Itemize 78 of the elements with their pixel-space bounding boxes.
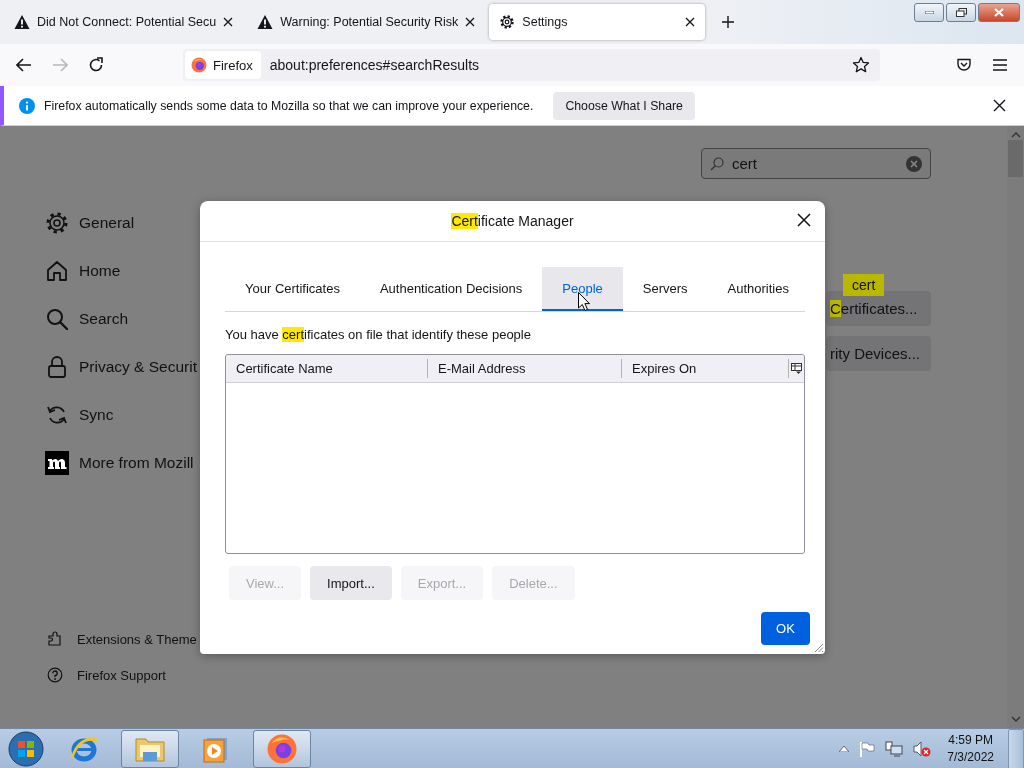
close-window-button[interactable] [978,3,1020,22]
taskbar-button[interactable] [253,729,311,768]
gear-icon [45,211,69,235]
clock[interactable]: 4:59 PM 7/3/2022 [947,731,994,766]
browser-logo-icon [191,57,207,73]
dialog-tab[interactable]: Authentication Decisions [359,267,543,311]
close-icon[interactable] [685,17,696,27]
windows-logo-icon [8,730,44,767]
browser-tab[interactable]: Did Not Connect: Potential Secu [4,4,244,40]
lock-icon [45,355,69,379]
resize-grip-icon[interactable] [812,641,824,653]
settings-button[interactable]: Certificates... [826,291,931,326]
sidebar-item[interactable]: General [45,199,200,247]
scroll-down-icon[interactable] [1010,716,1021,722]
dialog-tab[interactable]: Servers [622,267,708,311]
menu-icon [993,59,1007,71]
start-button[interactable] [5,729,47,768]
browser-tab[interactable]: Settings [489,4,706,40]
close-icon[interactable] [223,17,234,27]
close-icon[interactable] [797,213,811,227]
dialog-tab[interactable]: Your Certificates [225,267,360,311]
sidebar-link[interactable]: Firefox Support [45,657,200,693]
address-bar[interactable]: Firefox about:preferences#searchResults [183,49,880,81]
column-header[interactable]: Expires On [622,359,789,378]
network-icon[interactable] [885,740,904,757]
taskbar-button[interactable] [121,729,179,768]
search-field[interactable]: cert [701,148,931,179]
choose-button[interactable]: Choose What I Share [553,91,695,120]
restore-icon [955,8,967,17]
info-icon [19,97,35,114]
sidebar-item[interactable]: Sync [45,391,200,439]
close-icon[interactable] [993,99,1006,112]
browser-tab[interactable]: Warning: Potential Security Risk [247,4,486,40]
action-button[interactable]: Import... [310,566,392,600]
sidebar-link[interactable]: Extensions & Theme [45,621,200,657]
column-picker-icon[interactable] [791,363,802,374]
logo-icon [45,451,69,475]
sidebar-item[interactable]: More from Mozill [45,439,200,487]
puzzle-icon [47,631,63,647]
plus-icon[interactable] [721,15,736,29]
close-icon [994,8,1004,17]
pocket-icon [956,57,972,73]
sidebar-item[interactable]: Search [45,295,200,343]
flag-icon[interactable] [859,740,876,757]
notification-message: Firefox automatically sends some data to Mozilla so that we can improve your experience. [44,98,534,113]
tray-arrow-icon[interactable] [839,745,850,752]
forward-icon [52,58,68,72]
search-icon [45,307,69,331]
help-icon [47,667,63,683]
gear-icon [499,14,516,30]
scroll-up-icon[interactable] [1010,132,1021,138]
url-text: about:preferences#searchResults [269,57,481,73]
close-icon[interactable] [465,17,476,27]
home-icon [45,259,69,283]
dialog-tab[interactable]: Authorities [707,267,809,311]
minimize-button[interactable] [914,3,944,22]
search-tooltip: cert [843,274,885,296]
restore-button[interactable] [946,3,976,22]
sidebar-item[interactable]: Privacy & Securit [45,343,200,391]
warning-icon [14,14,30,30]
minimize-icon [924,11,934,14]
column-header[interactable]: Certificate Name [226,359,428,378]
ok-button[interactable]: OK [761,612,810,645]
clear-icon[interactable] [906,155,922,172]
browser-icon [267,733,297,764]
description-text: You have certificates on file that identify these people [225,326,532,344]
star-icon[interactable] [852,56,870,74]
sync-icon [45,403,69,427]
column-header[interactable]: E-Mail Address [428,359,622,378]
reload-icon [88,57,104,73]
settings-button[interactable]: rity Devices... [826,336,931,371]
dialog-tab[interactable]: People [542,267,623,311]
speaker-muted-icon[interactable] [913,740,932,757]
back-icon [16,58,32,72]
warning-icon [257,14,274,30]
identity-chip[interactable]: Firefox [185,51,261,79]
sidebar-item[interactable]: Home [45,247,200,295]
search-icon [710,156,724,171]
